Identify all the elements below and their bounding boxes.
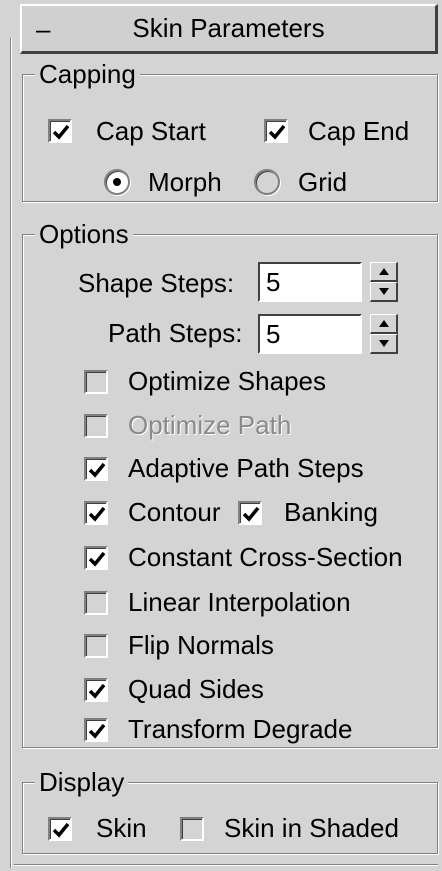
group-label-capping: Capping <box>35 59 140 89</box>
transform-degrade-checkbox[interactable] <box>84 718 108 742</box>
cap-start-checkbox[interactable] <box>48 119 72 143</box>
spinner-up-button[interactable] <box>370 262 398 282</box>
quad-sides-checkbox[interactable] <box>84 678 108 702</box>
optimize-shapes-label[interactable]: Optimize Shapes <box>128 366 326 396</box>
checkmark-icon <box>88 506 106 522</box>
skin-in-shaded-label[interactable]: Skin in Shaded <box>224 813 399 843</box>
contour-label[interactable]: Contour <box>128 497 221 527</box>
morph-label[interactable]: Morph <box>148 167 222 197</box>
optimize-shapes-checkbox[interactable] <box>84 370 108 394</box>
panel-left-border <box>10 38 12 868</box>
checkmark-icon <box>52 822 70 838</box>
checkmark-icon <box>88 551 106 567</box>
arrow-down-icon <box>379 288 389 295</box>
checkmark-icon <box>242 506 260 522</box>
panel-bottom-border <box>14 864 438 866</box>
collapse-icon: – <box>36 14 51 44</box>
quad-sides-label[interactable]: Quad Sides <box>128 674 264 704</box>
path-steps-spinner[interactable] <box>370 314 398 354</box>
constant-cross-section-checkbox[interactable] <box>84 546 108 570</box>
spinner-down-button[interactable] <box>370 282 398 302</box>
cap-end-checkbox[interactable] <box>264 119 288 143</box>
path-steps-label: Path Steps: <box>108 318 243 348</box>
flip-normals-checkbox[interactable] <box>84 634 108 658</box>
grid-label[interactable]: Grid <box>298 167 347 197</box>
adaptive-path-steps-label[interactable]: Adaptive Path Steps <box>128 453 364 483</box>
morph-radio[interactable] <box>104 169 130 195</box>
cap-start-label[interactable]: Cap Start <box>96 116 206 146</box>
skin-checkbox[interactable] <box>48 817 72 841</box>
path-steps-input[interactable] <box>258 314 362 354</box>
shape-steps-label: Shape Steps: <box>78 268 235 298</box>
adaptive-path-steps-checkbox[interactable] <box>84 457 108 481</box>
group-options: Options <box>22 219 438 748</box>
arrow-down-icon <box>379 340 389 347</box>
linear-interpolation-checkbox[interactable] <box>84 591 108 615</box>
skin-in-shaded-checkbox[interactable] <box>180 817 204 841</box>
group-label-display: Display <box>35 767 129 797</box>
checkmark-icon <box>88 462 106 478</box>
shape-steps-input[interactable] <box>258 262 362 302</box>
checkmark-icon <box>52 124 70 140</box>
checkmark-icon <box>268 124 286 140</box>
linear-interpolation-label[interactable]: Linear Interpolation <box>128 587 351 617</box>
grid-radio[interactable] <box>254 169 280 195</box>
group-label-options: Options <box>35 219 133 249</box>
rollout-title: Skin Parameters <box>132 13 325 43</box>
flip-normals-label[interactable]: Flip Normals <box>128 630 274 660</box>
transform-degrade-label[interactable]: Transform Degrade <box>128 714 352 744</box>
optimize-path-label: Optimize Path <box>128 410 292 440</box>
checkmark-icon <box>88 723 106 739</box>
constant-cross-section-label[interactable]: Constant Cross-Section <box>128 542 403 572</box>
banking-label[interactable]: Banking <box>284 497 378 527</box>
banking-checkbox[interactable] <box>238 501 262 525</box>
shape-steps-spinner[interactable] <box>370 262 398 302</box>
spinner-up-button[interactable] <box>370 314 398 334</box>
skin-label[interactable]: Skin <box>96 813 147 843</box>
rollout-header-skin-parameters[interactable]: – Skin Parameters <box>20 4 438 54</box>
radio-dot-icon <box>113 178 121 186</box>
spinner-down-button[interactable] <box>370 334 398 354</box>
arrow-up-icon <box>379 320 389 327</box>
contour-checkbox[interactable] <box>84 501 108 525</box>
arrow-up-icon <box>379 268 389 275</box>
optimize-path-checkbox <box>84 414 108 438</box>
checkmark-icon <box>88 683 106 699</box>
cap-end-label[interactable]: Cap End <box>308 116 409 146</box>
